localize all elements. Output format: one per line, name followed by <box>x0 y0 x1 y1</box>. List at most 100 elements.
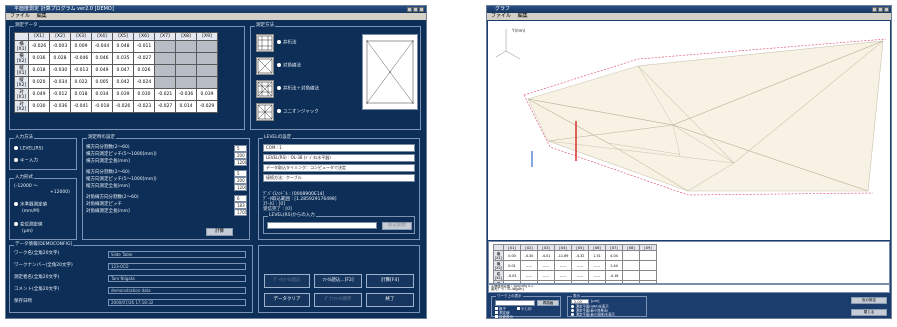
maximize-icon[interactable] <box>413 7 418 12</box>
setting-value-field[interactable]: 5 <box>234 145 247 152</box>
minimize-icon[interactable] <box>407 7 412 12</box>
grid-method-pattern-icon[interactable] <box>256 34 274 52</box>
data-clear-button[interactable]: データクリア <box>264 293 310 307</box>
minimize-icon[interactable] <box>872 7 877 12</box>
table-cell[interactable]: -0.021 <box>154 88 176 101</box>
table-cell[interactable]: 0.035 <box>112 52 134 65</box>
info-value-field[interactable]: Slide Table <box>108 251 246 258</box>
ctrl-input[interactable] <box>495 300 535 306</box>
table-cell[interactable]: 0.034 <box>91 88 113 101</box>
table-cell[interactable]: -0.024 <box>133 76 155 89</box>
table-cell[interactable] <box>196 64 218 77</box>
table-cell[interactable]: 0.046 <box>91 52 113 65</box>
table-cell[interactable]: 0.009 <box>70 40 92 53</box>
table-cell[interactable]: 0.047 <box>112 64 134 77</box>
menu-edit[interactable]: 編集 <box>37 13 47 19</box>
method-option-combined[interactable]: 井桁法＋対角線法 <box>277 86 319 93</box>
table-cell[interactable]: -0.011 <box>133 40 155 53</box>
table-cell[interactable]: -0.026 <box>28 40 50 53</box>
check-arrow[interactable]: やじ印 <box>517 307 532 311</box>
table-cell[interactable]: -0.003 <box>49 40 71 53</box>
color-setting-button[interactable]: 色の設定 <box>851 297 887 304</box>
graph-close-button[interactable]: 閉じる <box>851 309 887 316</box>
table-cell[interactable] <box>175 76 197 89</box>
table-cell[interactable]: -0.027 <box>154 100 176 113</box>
setting-value-field[interactable]: 183 <box>234 202 247 209</box>
maximize-icon[interactable] <box>878 7 883 12</box>
table-cell[interactable]: -0.036 <box>49 100 71 113</box>
info-value-field[interactable]: Taro Niigata <box>108 275 246 282</box>
setting-value-field[interactable]: 6 <box>234 195 247 202</box>
table-cell[interactable] <box>175 40 197 53</box>
table-cell[interactable] <box>175 52 197 65</box>
close-icon[interactable] <box>884 7 889 12</box>
scale-input[interactable]: 2.00 <box>571 299 589 304</box>
table-cell[interactable]: -0.027 <box>133 52 155 65</box>
table-cell[interactable]: 0.048 <box>112 40 134 53</box>
table-cell[interactable]: 0.049 <box>91 64 113 77</box>
table-cell[interactable]: 0.026 <box>133 64 155 77</box>
table-cell[interactable]: 0.022 <box>70 76 92 89</box>
measure-data-table[interactable]: [X1] [X2] [X3] [X4] [X5] [X6] [X7] [X8] [X9] 横[X… <box>14 32 218 113</box>
graph-canvas[interactable]: Y(mm) <box>488 21 890 240</box>
setting-value-field[interactable]: 1200 <box>234 184 247 191</box>
method-option-diagonal[interactable]: 対角線法 <box>277 63 301 70</box>
redraw-button[interactable]: 再描画 <box>537 300 559 306</box>
table-cell[interactable]: 0.030 <box>133 88 155 101</box>
table-cell[interactable]: 0.005 <box>91 76 113 89</box>
table-cell[interactable] <box>154 64 176 77</box>
table-cell[interactable] <box>196 52 218 65</box>
exit-button[interactable]: 終了 <box>366 293 414 307</box>
table-cell[interactable]: -0.023 <box>133 100 155 113</box>
calc-f4-button[interactable]: 計算[F4] <box>366 274 414 288</box>
method-option-unionjack[interactable]: ユニオンジャック <box>277 109 319 116</box>
radio-plane-minzone[interactable]: 測定平面(最小領域)を表示 <box>571 313 615 317</box>
table-cell[interactable]: -0.029 <box>196 100 218 113</box>
table-cell[interactable]: -0.018 <box>91 100 113 113</box>
setting-value-field[interactable]: 1701 <box>234 209 247 216</box>
menu-file[interactable]: ファイル <box>491 13 511 19</box>
format-option-level[interactable]: 水準器測定値 <box>14 202 47 209</box>
table-cell[interactable]: 0.028 <box>49 52 71 65</box>
setting-value-field[interactable]: 1200 <box>234 159 247 166</box>
info-value-field[interactable]: demonstration data <box>108 287 246 294</box>
info-value-field[interactable]: 2000/07/26 17:18:32 <box>108 299 246 306</box>
setting-value-field[interactable]: 200 <box>234 152 247 159</box>
info-value-field[interactable]: 123-0CD <box>108 263 246 270</box>
table-cell[interactable]: 0.018 <box>70 88 92 101</box>
table-cell[interactable]: 0.039 <box>112 88 134 101</box>
table-cell[interactable]: 0.018 <box>28 64 50 77</box>
table-cell[interactable]: -0.030 <box>49 64 71 77</box>
table-cell[interactable]: -0.044 <box>91 40 113 53</box>
table-cell[interactable]: -0.013 <box>70 64 92 77</box>
table-cell[interactable]: 0.030 <box>28 100 50 113</box>
check-scale[interactable]: 目盛表示 <box>495 315 513 319</box>
table-cell[interactable] <box>175 64 197 77</box>
table-cell[interactable]: -0.036 <box>175 88 197 101</box>
format-option-displacement[interactable]: 変位測定値 <box>14 222 43 229</box>
table-cell[interactable]: 0.036 <box>28 52 50 65</box>
table-cell[interactable] <box>196 76 218 89</box>
table-cell[interactable]: -0.034 <box>49 76 71 89</box>
table-cell[interactable]: -0.012 <box>49 88 71 101</box>
setting-value-field[interactable]: 5 <box>234 170 247 177</box>
combined-method-pattern-icon[interactable] <box>256 80 274 98</box>
diagonal-method-pattern-icon[interactable] <box>256 57 274 75</box>
table-cell[interactable]: -0.046 <box>70 52 92 65</box>
table-cell[interactable]: -0.026 <box>112 100 134 113</box>
method-option-grid[interactable]: 井桁法 <box>277 40 297 47</box>
menu-file[interactable]: ファイル <box>10 13 30 19</box>
input-option-key[interactable]: キー入力 <box>14 158 38 165</box>
close-icon[interactable] <box>419 7 424 12</box>
input-option-level[interactable]: LEVEL(RS) <box>14 146 43 153</box>
table-cell[interactable]: -0.041 <box>70 100 92 113</box>
table-cell[interactable]: 0.014 <box>175 100 197 113</box>
table-cell[interactable]: 0.020 <box>28 76 50 89</box>
level-input-field[interactable] <box>267 222 377 229</box>
table-cell[interactable] <box>154 76 176 89</box>
table-cell[interactable]: 0.042 <box>112 76 134 89</box>
level-input-button[interactable]: 取込開始 <box>382 222 412 230</box>
data-file-load-button[interactable]: ﾃﾞｰﾀﾌｧｲﾙ読込 <box>264 274 310 288</box>
table-cell[interactable] <box>154 52 176 65</box>
table-cell[interactable]: 0.049 <box>28 88 50 101</box>
